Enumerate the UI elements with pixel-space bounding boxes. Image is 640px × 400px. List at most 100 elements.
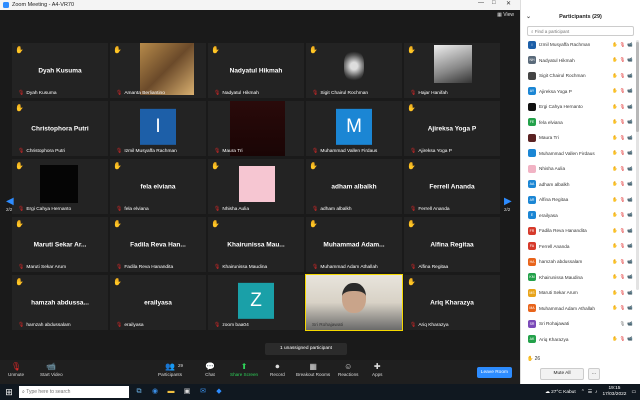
participant-list-item[interactable]: Sigit Chairul Rochman ✋ 🎙 📹 [521,68,633,84]
tray-overflow-icon[interactable]: ⌃ [581,390,585,395]
video-tile[interactable]: ✋ 🎙 Sigit Chairul Rochman [306,43,402,98]
participant-list-item[interactable]: Ergi Cahya Hernanto ✋ 🎙 📹 [521,99,633,115]
zoom-app-icon[interactable]: ◆ [213,386,225,398]
breakout-rooms-button[interactable]: ▦ Breakout Rooms [296,362,330,377]
muted-mic-icon: 🎙 [619,181,626,187]
store-icon[interactable]: ▣ [181,386,193,398]
video-tile[interactable]: Fadila Reva Han... ✋ 🎙 Fadila Reva Hanandit… [110,217,206,272]
volume-icon[interactable]: ♪ [595,390,597,395]
participants-button[interactable]: 👥 29 Participants [158,362,183,377]
participant-list-item[interactable]: MA Muhammad Adam Athallah ✋ 🎙 📹 [521,301,633,317]
next-page-arrow-icon[interactable]: ▶ [504,196,512,207]
video-tile[interactable]: erailyasa ✋ 🎙 erailyasa [110,275,206,330]
video-tile[interactable]: Z 🎙 zoom baa04 [208,275,304,330]
view-button[interactable]: ▦ View [497,12,514,18]
record-button[interactable]: ⏺ Record [270,362,285,377]
participant-list-item[interactable]: KM Khairunissa Maudina ✋ 🎙 📹 [521,270,633,286]
participant-list-item[interactable]: AY Ajireksa Yoga P ✋ 🎙 📹 [521,84,633,100]
participant-name-label: 🎙 zoom baa04 [214,322,249,328]
video-tile[interactable]: Ferrell Ananda ✋ 🎙 Ferrell Ananda [404,159,500,214]
video-tile[interactable]: Alfina Regitaa ✋ 🎙 Alfina Regitaa [404,217,500,272]
video-tile[interactable]: Ajireksa Yoga P ✋ 🎙 Ajireksa Yoga P [404,101,500,156]
maximize-button[interactable]: □ [492,0,496,6]
minimize-button[interactable]: — [478,0,484,6]
participant-list-item[interactable]: Muhammad Vallen Firdaus ✋ 🎙 📹 [521,146,633,162]
participant-list-item[interactable]: Nhisha Aulia ✋ 🎙 📹 [521,161,633,177]
muted-mic-icon: 🎙 [312,90,319,96]
task-view-icon[interactable]: ⧉ [133,386,145,398]
raised-hand-icon: ✋ [612,57,618,63]
video-tile[interactable]: ✋ 🎙 Hajar Hanifah [404,43,500,98]
share-screen-button[interactable]: ⬆ Share Screen [230,362,258,377]
video-tile[interactable]: ✋ 🎙 Ergi Cahya Hernanto [12,159,108,214]
weather-text: 27°C Kabut [551,389,576,395]
taskbar-search[interactable]: ⌕ [19,386,129,398]
video-off-icon: 📹 [627,227,633,233]
mute-all-button[interactable]: Mute All [540,368,584,380]
video-tile[interactable]: fela elviana ✋ 🎙 fela elviana [110,159,206,214]
muted-mic-icon: 🎙 [18,148,25,154]
participant-list-item[interactable]: FR Fadila Reva Hanandita ✋ 🎙 📹 [521,223,633,239]
participant-list-item[interactable]: Maura Tri ✋ 🎙 📹 [521,130,633,146]
video-tile[interactable]: ✋ 🎙 Amanta Berliantino [110,43,206,98]
video-tile[interactable]: Nadyatul Hikmah ✋ 🎙 Nadyatul Hikmah [208,43,304,98]
unmute-button[interactable]: 🎙 Unmute [8,362,24,377]
file-explorer-icon[interactable]: ▬ [165,386,177,398]
reactions-button[interactable]: ☺ Reactions [338,362,358,377]
video-tile[interactable]: Muhammad Adam... ✋ 🎙 Muhammad Adam Athallah [306,217,402,272]
participant-list-item[interactable]: SR Sri Rohajawati 🎙 📹 [521,316,633,332]
video-tile[interactable]: Christophora Putri ✋ 🎙 Christophora Putri [12,101,108,156]
participant-list-item[interactable]: I Izmil Musyaffa Rachman ✋ 🎙 📹 [521,37,633,53]
mail-icon[interactable]: ✉ [197,386,209,398]
window-titlebar: Zoom Meeting - A4-VR70 — □ ✕ [0,0,520,10]
prev-page-arrow-icon[interactable]: ◀ [6,196,14,207]
participant-list-item[interactable]: MS Maruti Sekar Arum ✋ 🎙 📹 [521,285,633,301]
collapse-chevron-icon[interactable]: ⌄ [526,0,531,34]
apps-button[interactable]: ✚ Apps [372,362,382,377]
video-off-icon: 📹 [627,196,633,202]
video-off-icon: 📹 [627,243,633,249]
participants-scroll-thumb[interactable] [636,42,639,132]
unassigned-participant-toast[interactable]: 1 unassigned participant [265,343,347,355]
taskbar-search-input[interactable] [26,389,122,395]
video-tile[interactable]: adham albalkh ✋ 🎙 adham albalkh [306,159,402,214]
leave-room-button[interactable]: Leave Room [476,367,512,378]
avatar: FR [528,226,536,235]
participant-list-item[interactable]: Eerailyasa ✋ 🎙 📹 [521,208,633,224]
participants-list: I Izmil Musyaffa Rachman ✋ 🎙 📹 NH Nadyatul Hik… [521,37,633,347]
participant-list-item[interactable]: AK Ariq Kharazya ✋ 🎙 📹 [521,332,633,348]
video-tile[interactable]: Sri Rohajawati [305,274,403,331]
video-tile[interactable]: Dyah Kusuma ✋ 🎙 Dyah Kusuma [12,43,108,98]
edge-browser-icon[interactable]: ◉ [149,386,161,398]
video-tile[interactable]: Maruti Sekar Ar... ✋ 🎙 Maruti Sekar Arum [12,217,108,272]
chat-button[interactable]: 💬 Chat [205,362,215,377]
participant-list-item[interactable]: FA Ferrell Ananda ✋ 🎙 📹 [521,239,633,255]
more-options-button[interactable]: ... [588,368,600,380]
participant-list-item[interactable]: NH Nadyatul Hikmah ✋ 🎙 📹 [521,53,633,69]
video-tile[interactable]: ✋ 🎙 Nhisha Aulia [208,159,304,214]
participant-name: Nadyatul Hikmah [222,90,259,96]
participant-list-item[interactable]: AR Alfina Regitaa ✋ 🎙 📹 [521,192,633,208]
participant-list-item[interactable]: FE fela elviana ✋ 🎙 📹 [521,115,633,131]
participant-list-item[interactable]: HA hamzah abdussalam ✋ 🎙 📹 [521,254,633,270]
start-video-button[interactable]: 📹 Start Video [40,362,63,377]
notifications-icon[interactable]: ▭ [631,390,636,395]
video-tile[interactable]: 🎙 Maura Tri [208,101,304,156]
participant-list-item[interactable]: AA adham albalkh ✋ 🎙 📹 [521,177,633,193]
prev-page-number: 2/2 [6,207,13,212]
video-off-icon: 📹 [627,336,633,342]
video-tile[interactable]: hamzah abdussa... ✋ 🎙 hamzah abdussalam [12,275,108,330]
close-button[interactable]: ✕ [506,0,511,7]
video-tile[interactable]: M 🎙 Muhammad Vallen Firdaus [306,101,402,156]
windows-start-icon[interactable]: ⊞ [3,386,15,398]
video-tile[interactable]: Khairunissa Mau... ✋ 🎙 Khairunissa Maudina [208,217,304,272]
network-icon[interactable]: ☰ [588,390,592,395]
participant-name: Ajireksa Yoga P [418,148,452,154]
participant-search[interactable]: ⌕ [527,26,634,36]
participant-name-label: 🎙 Maura Tri [214,148,243,154]
taskbar-clock[interactable]: 19:15 17/03/2022 [602,386,626,398]
raised-hand-icon: ✋ [612,336,618,342]
video-tile[interactable]: Ariq Kharazya ✋ 🎙 Ariq Kharazya [404,275,500,330]
video-tile[interactable]: I 🎙 Izmil Musyaffa Rachman [110,101,206,156]
participant-search-input[interactable] [534,28,625,34]
